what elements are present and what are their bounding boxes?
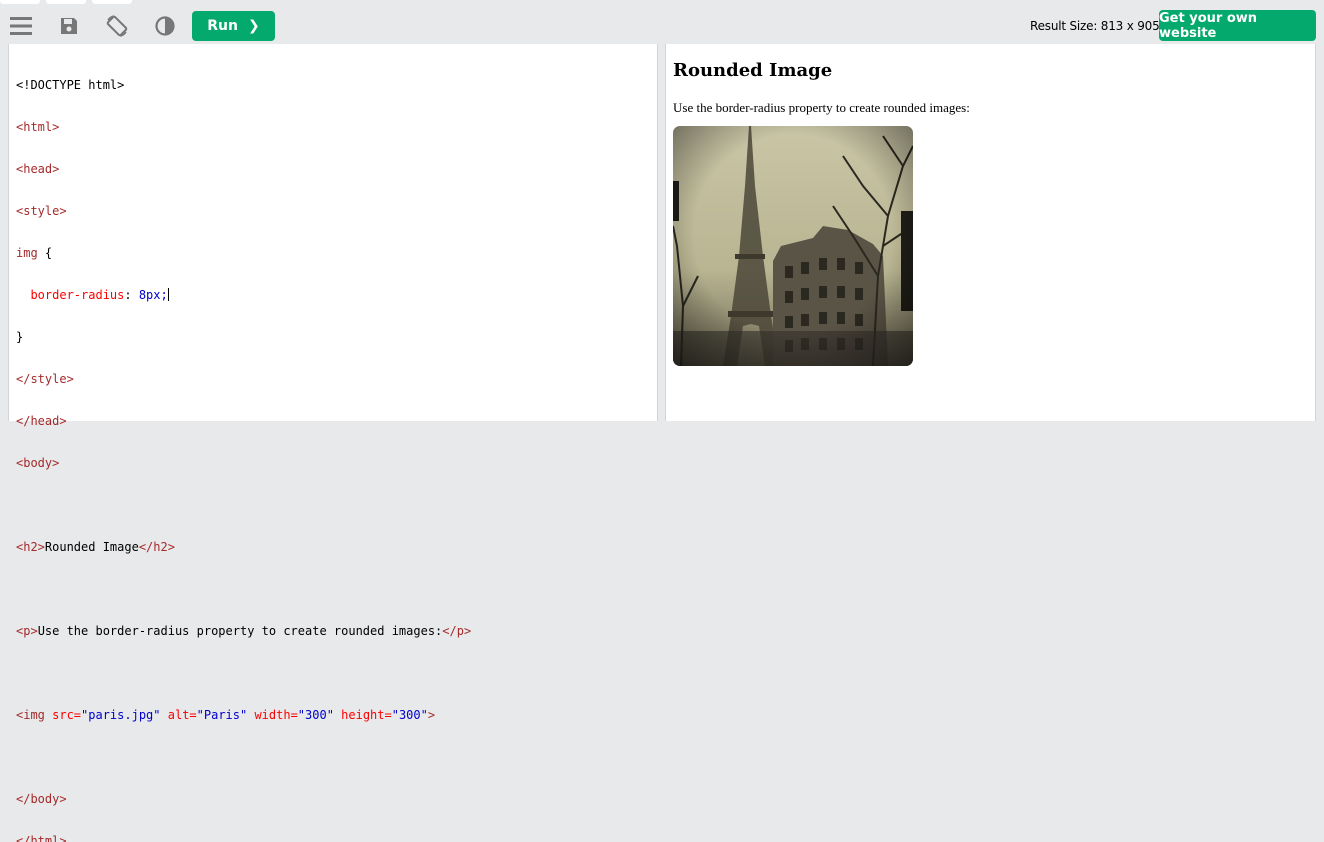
code-line: border-radius: 8px; bbox=[16, 288, 471, 302]
code-token: "Paris" bbox=[196, 708, 248, 722]
code-token: <body> bbox=[16, 456, 60, 470]
code-line: <h2>Rounded Image</h2> bbox=[16, 540, 471, 554]
code-line: <!DOCTYPE html> bbox=[16, 78, 471, 92]
tab-fragment bbox=[92, 0, 132, 4]
code-line: <img src="paris.jpg" alt="Paris" width="… bbox=[16, 708, 471, 722]
code-token: <html> bbox=[16, 120, 60, 134]
code-token: </html> bbox=[16, 834, 67, 842]
code-token: } bbox=[16, 330, 24, 344]
run-label: Run bbox=[207, 18, 238, 34]
pane-splitter[interactable] bbox=[658, 44, 665, 421]
result-pane: Rounded Image Use the border-radius prop… bbox=[665, 44, 1316, 421]
paris-image bbox=[673, 126, 913, 366]
code-line: </body> bbox=[16, 792, 471, 806]
result-size-text: Result Size: 813 x 905 bbox=[1030, 19, 1160, 33]
code-token: 8px; bbox=[138, 288, 168, 302]
code-line: <head> bbox=[16, 162, 471, 176]
code-token: : bbox=[124, 288, 139, 302]
code-line: <style> bbox=[16, 204, 471, 218]
code-token: width= bbox=[247, 708, 298, 722]
code-token: "paris.jpg" bbox=[81, 708, 161, 722]
code-editor[interactable]: <!DOCTYPE html> <html> <head> <style> im… bbox=[8, 44, 658, 842]
result-heading: Rounded Image bbox=[673, 60, 833, 81]
code-token: "300" bbox=[391, 708, 428, 722]
code-token: <h2> bbox=[16, 540, 45, 554]
code-token: </body> bbox=[16, 792, 67, 806]
text-caret bbox=[167, 288, 169, 301]
code-token: </head> bbox=[16, 414, 67, 428]
code-line: <body> bbox=[16, 456, 471, 470]
contrast-icon[interactable] bbox=[152, 13, 178, 39]
code-content[interactable]: <!DOCTYPE html> <html> <head> <style> im… bbox=[16, 50, 471, 842]
tab-fragment bbox=[46, 0, 86, 4]
code-token: <p> bbox=[16, 624, 38, 638]
rotate-icon[interactable] bbox=[104, 13, 130, 39]
code-token: <head> bbox=[16, 162, 60, 176]
code-token: <!DOCTYPE html> bbox=[16, 78, 125, 92]
code-token: <img bbox=[16, 708, 45, 722]
code-token: img bbox=[16, 246, 38, 260]
code-token: alt= bbox=[160, 708, 197, 722]
menu-icon[interactable] bbox=[8, 13, 34, 39]
paris-photo-drawing bbox=[673, 126, 913, 366]
code-token: Rounded Image bbox=[44, 540, 139, 554]
code-token: { bbox=[37, 246, 53, 260]
toolbar: Run ❯ Result Size: 813 x 905 Get your ow… bbox=[0, 6, 1324, 44]
code-line: <html> bbox=[16, 120, 471, 134]
code-token: "300" bbox=[297, 708, 334, 722]
code-token: border-radius bbox=[16, 288, 125, 302]
code-token: src= bbox=[44, 708, 82, 722]
code-token: <style> bbox=[16, 204, 67, 218]
code-token: </h2> bbox=[138, 540, 175, 554]
result-paragraph: Use the border-radius property to create… bbox=[673, 100, 970, 115]
tab-fragment bbox=[0, 0, 40, 4]
code-token: </style> bbox=[16, 372, 74, 386]
code-line: </html> bbox=[16, 834, 471, 842]
run-button[interactable]: Run ❯ bbox=[192, 11, 275, 41]
code-token: height= bbox=[333, 708, 392, 722]
code-line: </head> bbox=[16, 414, 471, 428]
code-token: </p> bbox=[442, 624, 472, 638]
code-line: } bbox=[16, 330, 471, 344]
chevron-right-icon: ❯ bbox=[247, 18, 260, 34]
code-token: Use the border-radius property to create… bbox=[37, 624, 443, 638]
code-line: <p>Use the border-radius property to cre… bbox=[16, 624, 471, 638]
save-icon[interactable] bbox=[56, 13, 82, 39]
code-line: img { bbox=[16, 246, 471, 260]
code-token: > bbox=[427, 708, 436, 722]
get-your-own-website-button[interactable]: Get your own website bbox=[1159, 10, 1316, 41]
code-line: </style> bbox=[16, 372, 471, 386]
